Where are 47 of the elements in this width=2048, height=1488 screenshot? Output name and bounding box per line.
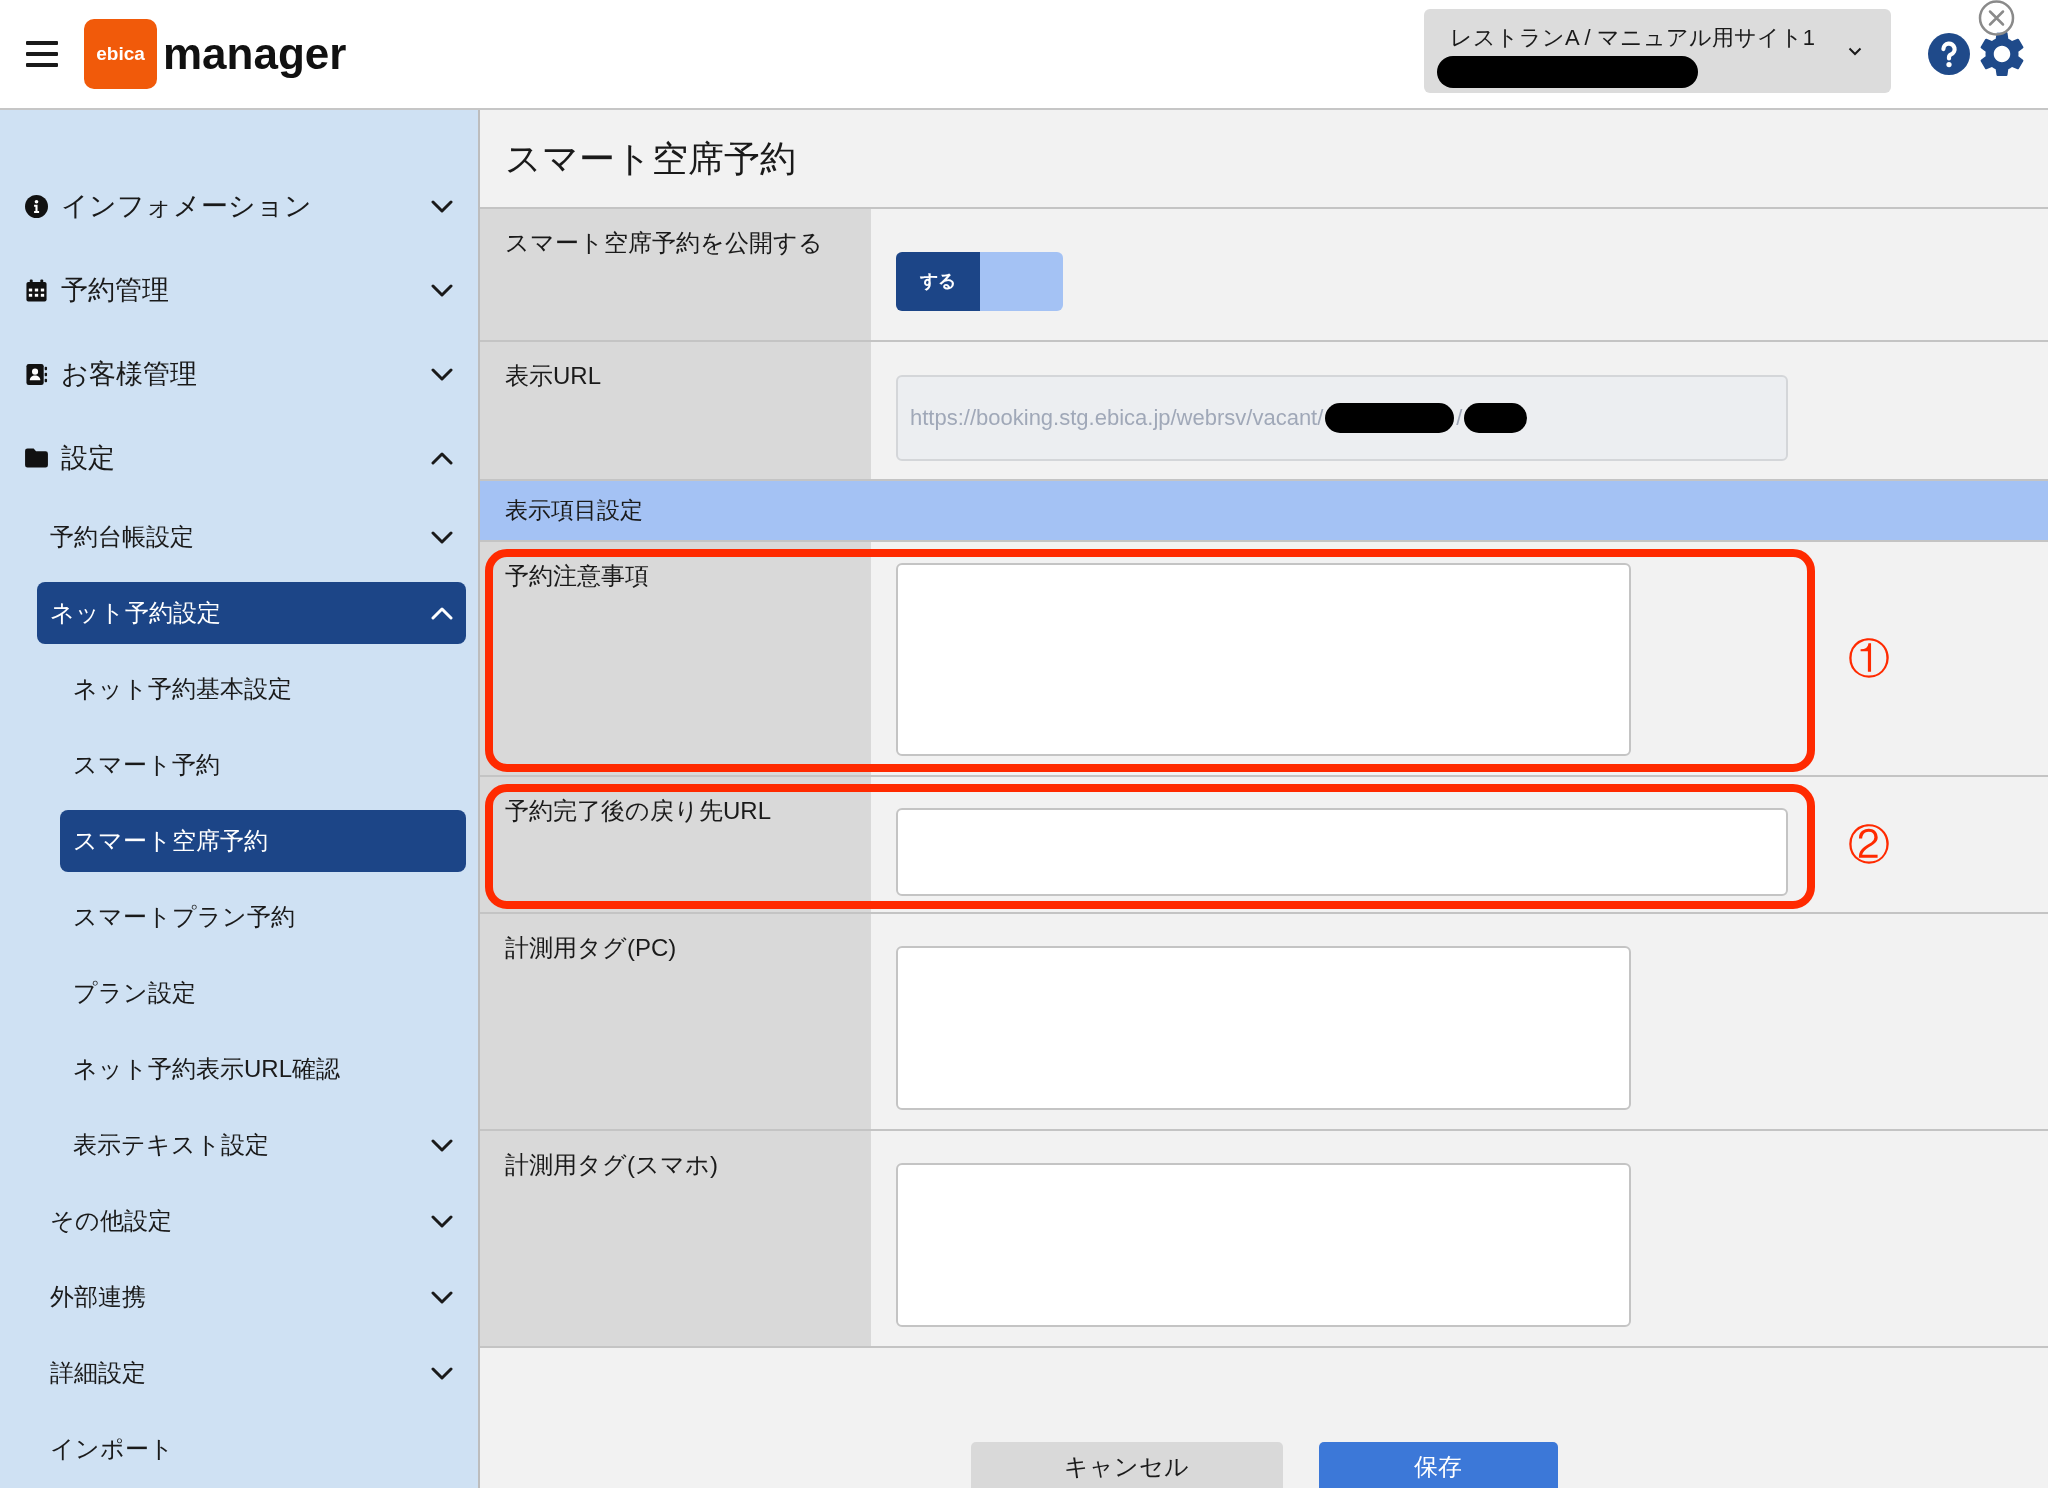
redaction-icon (1464, 403, 1528, 433)
info-icon (25, 194, 48, 218)
field-label: スマート空席予約を公開する (505, 229, 823, 256)
sidebar-item[interactable]: 詳細設定 (37, 1342, 466, 1404)
annotation-number: ① (1848, 634, 1890, 683)
sidebar-item[interactable]: インフォメーション (0, 170, 478, 242)
text-area[interactable] (896, 1163, 1631, 1327)
contact-book-icon (25, 362, 48, 386)
sidebar-item[interactable]: 設定 (0, 422, 478, 494)
sidebar-item[interactable]: スマート予約 (60, 734, 466, 796)
field-label: 予約完了後の戻り先URL (505, 797, 771, 824)
sidebar-item[interactable]: ネット予約表示URL確認 (60, 1038, 466, 1100)
redaction-icon (1325, 403, 1455, 433)
calendar-icon (25, 278, 48, 302)
folder-icon (25, 448, 48, 468)
save-button[interactable]: 保存 (1318, 1442, 1558, 1488)
field-label: 計測用タグ(PC) (505, 934, 677, 961)
sidebar-item[interactable]: 予約管理 (0, 254, 478, 326)
sidebar-item[interactable]: インポート (37, 1418, 466, 1480)
field-label: 予約注意事項 (505, 562, 649, 589)
sidebar-item[interactable]: その他設定 (37, 1190, 466, 1252)
sidebar-item[interactable]: スマート空席予約 (60, 810, 466, 872)
sidebar-item[interactable]: スマートプラン予約 (60, 886, 466, 948)
sidebar-item[interactable]: 表示テキスト設定 (60, 1114, 466, 1176)
page-title: スマート空席予約 (505, 136, 796, 181)
sidebar-item[interactable]: お客様管理 (0, 338, 478, 410)
sidebar-item[interactable]: ネット予約設定 (37, 582, 466, 644)
section-heading: 表示項目設定 (480, 481, 2048, 542)
settings-icon[interactable] (1980, 32, 2024, 76)
text-area[interactable] (896, 563, 1631, 756)
cancel-button[interactable]: キャンセル (970, 1442, 1283, 1488)
sidebar-item[interactable]: 予約台帳設定 (37, 506, 466, 568)
app-name: manager (163, 32, 347, 76)
text-area[interactable] (896, 946, 1631, 1110)
annotation-number: ② (1848, 820, 1890, 869)
help-icon[interactable] (1928, 33, 1970, 75)
caret-icon (1848, 46, 1862, 56)
url-text: / (1456, 404, 1463, 432)
field-label: 計測用タグ(スマホ) (505, 1151, 718, 1178)
sidebar-item[interactable]: 外部連携 (37, 1266, 466, 1328)
input-field[interactable] (896, 808, 1788, 896)
menu-icon[interactable] (26, 41, 58, 67)
sidebar-item[interactable]: ネット予約基本設定 (60, 658, 466, 720)
url-text: https://booking.stg.ebica.jp/webrsv/vacant/ (910, 404, 1324, 432)
field-label: 表示URL (505, 362, 601, 389)
sidebar-item[interactable]: プラン設定 (60, 962, 466, 1024)
site-selector[interactable]: レストランA / マニュアル用サイト1 (1424, 9, 1891, 93)
